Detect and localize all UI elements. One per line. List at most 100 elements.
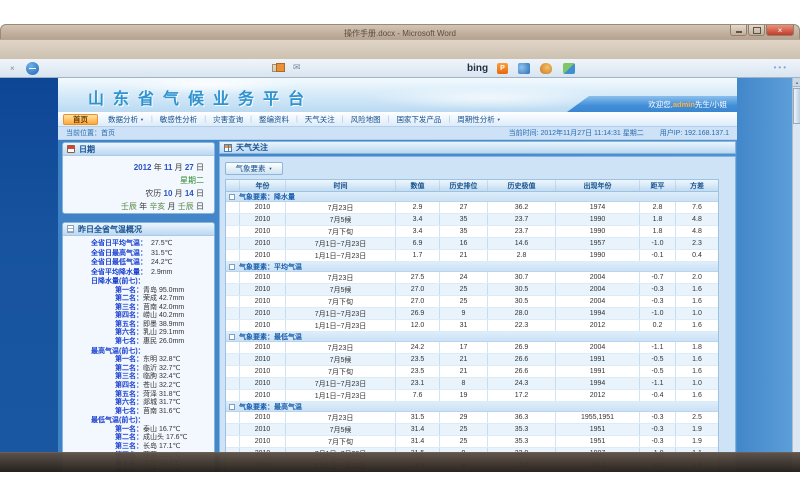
nav-item-4[interactable]: 灾害查询 bbox=[206, 114, 250, 125]
table-row[interactable]: 20107月5候27.02530.52004-0.31.6 bbox=[226, 284, 718, 296]
table-cell: 35.3 bbox=[488, 436, 556, 447]
table-row[interactable]: 20107月23日2.92736.219742.87.6 bbox=[226, 202, 718, 214]
rank-label: 第六名： bbox=[115, 329, 143, 338]
table-group-header[interactable]: 气象要素：最高气温 bbox=[226, 402, 718, 412]
bing-logo[interactable]: bing bbox=[467, 63, 488, 74]
table-cell: 19 bbox=[440, 390, 488, 401]
toolbar-close-icon[interactable]: × bbox=[10, 64, 15, 73]
nav-item-5[interactable]: 整编资料 bbox=[252, 114, 296, 125]
page-scrollbar[interactable]: ▲ bbox=[792, 78, 800, 472]
table-cell: 29 bbox=[440, 412, 488, 423]
screen: 操作手册.docx - Microsoft Word × ← → e http:… bbox=[0, 0, 800, 500]
table-row[interactable]: 20107月23日31.52936.31955,1951-0.32.5 bbox=[226, 412, 718, 424]
table-row[interactable]: 20107月1日~7月23日23.1824.31994-1.11.0 bbox=[226, 378, 718, 390]
calendar-text: 日 bbox=[194, 163, 204, 172]
table-row[interactable]: 20107月5候31.42535.31951-0.31.9 bbox=[226, 424, 718, 436]
scroll-up-icon[interactable]: ▲ bbox=[793, 78, 800, 87]
column-header: 时间 bbox=[286, 180, 396, 191]
page-right-margin bbox=[737, 78, 792, 472]
table-row[interactable]: 20107月下旬23.52126.61991-0.51.6 bbox=[226, 366, 718, 378]
nav-item-8[interactable]: 国家下发产品 bbox=[389, 114, 448, 125]
table-cell: 2010 bbox=[240, 308, 286, 319]
ranking-section-title: 最低气温(前七)： bbox=[63, 416, 212, 426]
table-row[interactable]: 20107月下旬31.42535.31951-0.31.9 bbox=[226, 436, 718, 448]
nav-item-label: 国家下发产品 bbox=[396, 114, 441, 125]
table-row[interactable]: 20107月5候23.52126.61991-0.51.6 bbox=[226, 354, 718, 366]
table-row[interactable]: 20107月23日24.21726.92004-1.11.8 bbox=[226, 342, 718, 354]
rank-label: 第五名： bbox=[115, 391, 143, 400]
snapshot-icon[interactable] bbox=[272, 64, 283, 72]
toolbar-plugin-icon-3[interactable] bbox=[563, 63, 575, 74]
table-row[interactable]: 20107月下旬27.02530.52004-0.31.6 bbox=[226, 296, 718, 308]
nav-item-9[interactable]: 周期性分析▼ bbox=[450, 114, 507, 125]
table-row[interactable]: 20107月23日27.52430.72004-0.72.0 bbox=[226, 272, 718, 284]
table-cell: -0.3 bbox=[640, 436, 676, 447]
nav-item-label: 风险地图 bbox=[351, 114, 381, 125]
table-cell: 7月下旬 bbox=[286, 226, 396, 237]
table-cell: 1.9 bbox=[676, 424, 718, 435]
table-group-header[interactable]: 气象要素：最低气温 bbox=[226, 332, 718, 342]
mail-icon[interactable]: ✉ bbox=[293, 62, 301, 73]
expand-checkbox-icon[interactable] bbox=[229, 264, 235, 270]
table-cell: 1990 bbox=[556, 250, 640, 261]
rank-label: 第四名： bbox=[115, 312, 143, 321]
scrollbar-thumb[interactable] bbox=[793, 88, 800, 124]
nav-item-3[interactable]: 敏感性分析 bbox=[153, 114, 205, 125]
nav-item-7[interactable]: 风险地图 bbox=[344, 114, 388, 125]
ranking-row: 第四名：苍山 32.2℃ bbox=[63, 382, 212, 391]
session-info: 当前时间: 2012年11月27日 11:14:31 星期二 用户IP: 192… bbox=[509, 128, 729, 138]
toolbar-plugin-icon-2[interactable] bbox=[540, 63, 552, 74]
table-cell: 2010 bbox=[240, 272, 286, 283]
table-cell: 9 bbox=[440, 308, 488, 319]
table-row[interactable]: 20101月1日~7月23日1.7212.81990-0.10.4 bbox=[226, 250, 718, 262]
table-cell: 1990 bbox=[556, 214, 640, 225]
table-row[interactable]: 20107月5候3.43523.719901.84.8 bbox=[226, 214, 718, 226]
table-row[interactable]: 20101月1日~7月23日12.03122.320120.21.6 bbox=[226, 320, 718, 332]
table-row[interactable]: 20101月1日~7月23日7.61917.22012-0.41.6 bbox=[226, 390, 718, 402]
calendar-text: 月 bbox=[172, 189, 184, 198]
minimize-button[interactable] bbox=[730, 25, 747, 36]
table-row[interactable]: 20107月下旬3.43523.719901.84.8 bbox=[226, 226, 718, 238]
table-cell: 30.7 bbox=[488, 272, 556, 283]
rank-value: 荣成 42.7mm bbox=[143, 295, 184, 304]
close-button[interactable]: × bbox=[766, 25, 794, 36]
row-select-cell bbox=[226, 390, 240, 401]
window-controls: × bbox=[730, 25, 794, 36]
maximize-button[interactable] bbox=[748, 25, 765, 36]
rank-label: 第三名： bbox=[115, 443, 143, 452]
toolbar-plugin-icon-1[interactable] bbox=[518, 63, 530, 74]
row-select-cell bbox=[226, 250, 240, 261]
row-select-cell bbox=[226, 226, 240, 237]
expand-checkbox-icon[interactable] bbox=[229, 334, 235, 340]
calendar-panel: 日期 2012 年 11 月 27 日 星期二 农历 10 月 14 日 壬辰 … bbox=[62, 142, 215, 214]
nav-item-2[interactable]: 数据分析▼ bbox=[101, 114, 151, 125]
table-group-header[interactable]: 气象要素：平均气温 bbox=[226, 262, 718, 272]
table-row[interactable]: 20107月1日~7月23日6.91614.61957-1.02.3 bbox=[226, 238, 718, 250]
rank-label: 第二名： bbox=[115, 295, 143, 304]
table-cell: 1991 bbox=[556, 354, 640, 365]
word-window-titlebar[interactable]: 操作手册.docx - Microsoft Word × bbox=[0, 24, 800, 39]
table-cell: 35 bbox=[440, 226, 488, 237]
rank-label: 第四名： bbox=[115, 382, 143, 391]
taskbar: e山东省气候业务平...Win2008 (VS2...C:\Windows\s.… bbox=[0, 452, 800, 472]
calendar-text: 27 bbox=[185, 163, 194, 172]
table-cell: 2010 bbox=[240, 390, 286, 401]
more-options-icon[interactable]: ••• bbox=[774, 63, 788, 72]
toolbar-logo-icon[interactable] bbox=[26, 62, 39, 75]
table-row[interactable]: 20107月1日~7月23日26.9928.01994-1.01.0 bbox=[226, 308, 718, 320]
expand-checkbox-icon[interactable] bbox=[229, 194, 235, 200]
table-cell: 0.2 bbox=[640, 320, 676, 331]
table-cell: -1.0 bbox=[640, 308, 676, 319]
rank-label: 第一名： bbox=[115, 287, 143, 296]
orange-p-icon[interactable]: P bbox=[497, 63, 508, 74]
weather-element-button[interactable]: 气象要素 ▼ bbox=[225, 162, 283, 175]
expand-checkbox-icon[interactable] bbox=[229, 404, 235, 410]
calendar-text: 月 bbox=[172, 163, 184, 172]
table-group-header[interactable]: 气象要素：降水量 bbox=[226, 192, 718, 202]
rank-value: 成山头 17.6℃ bbox=[143, 434, 187, 443]
table-cell: 25 bbox=[440, 284, 488, 295]
nav-item-1[interactable]: 首页 bbox=[63, 114, 98, 125]
calendar-icon bbox=[67, 145, 75, 153]
rank-value: 莒南 31.6℃ bbox=[143, 408, 180, 417]
nav-item-6[interactable]: 天气关注 bbox=[298, 114, 342, 125]
